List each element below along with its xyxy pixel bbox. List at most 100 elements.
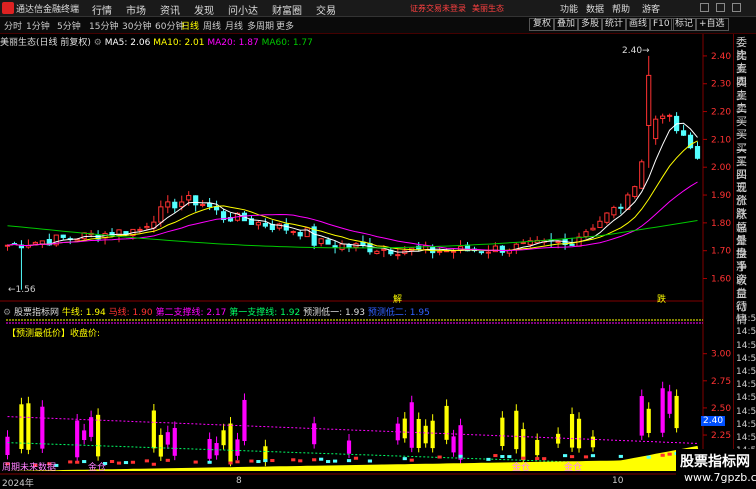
candle-body [520,242,526,245]
date-month-8: 8 [236,476,242,486]
candle-body [276,223,282,229]
main-candles [4,55,701,290]
side-panel-item: 14:50 [736,406,756,417]
side-panel-item: 14:50 [736,393,756,404]
ma60-readout: MA60: 1.77 [261,38,313,48]
forecast-low-line: 【预测最低价】收盘价: [7,329,101,339]
date-month-10: 10 [612,476,624,486]
candle-body [144,225,150,229]
gold-label-3: 金仓 [564,463,583,473]
candle-body [694,146,701,159]
price-tick-label: 2.30 [711,80,731,90]
candle-body [478,251,485,254]
price-tick-label: 1.70 [711,247,731,257]
signal-marker [123,461,129,465]
signal-marker [144,459,149,463]
signal-marker [291,458,296,462]
candle-body [430,246,436,254]
candle-body [639,161,645,189]
quote-side-panel: 委比 卖五 卖四 卖三 卖二 卖一 买一 买二 买三 买四 买五 现价 涨跌 涨幅 总量 外盘 换手 净资 收益 自动… [733,34,756,487]
ma-settings-icon[interactable]: ⚙ [94,38,102,48]
signal-marker [75,460,80,464]
signal-marker [151,462,156,466]
indicator-panel [4,319,703,471]
signal-marker [263,459,268,463]
price-tick-label: 2.10 [711,135,731,145]
signal-marker [207,460,212,464]
candle-body [262,222,268,227]
candle-body [165,201,171,208]
candle-body [555,241,561,244]
sub-price-tag: 2.40 [701,416,726,426]
signal-marker [270,459,275,463]
side-panel-item: 14:50 [736,327,756,338]
signal-marker [569,455,575,459]
signal-marker [256,460,261,464]
candle-body [332,245,338,248]
signal-marker [542,457,547,461]
candle-body [186,195,192,201]
candle-body [325,239,331,245]
side-panel-item: 14:50 [736,380,756,391]
price-tick-label: 2.40 [711,52,731,62]
signal-marker [109,460,115,464]
forecast2-readout: 预测低二: 1.95 [367,308,430,318]
signal-marker [590,454,596,458]
signal-marker [562,454,568,458]
candle-body [255,221,261,226]
candle-body [179,201,185,208]
candle-body [304,227,310,238]
side-panel-item: 14:50 [736,367,756,377]
signal-marker [193,460,198,464]
stock-title: 美丽生态(日线 前复权) [0,38,91,48]
marker-unlock: 解 [393,295,403,305]
signal-marker [68,460,73,464]
indicator-settings-icon[interactable]: ⚙ [3,308,11,318]
candle-body [569,243,575,246]
signal-marker [235,460,240,464]
ma20-readout: MA20: 1.87 [207,38,259,48]
price-tick-label: 1.60 [711,275,731,285]
candle-body [200,203,206,206]
signal-marker [165,458,170,462]
signal-marker [500,455,505,459]
candle-body [318,238,324,245]
candle-body [680,130,687,136]
signal-marker [82,460,87,464]
price-tick-label: 2.20 [711,108,731,118]
candle-body [667,114,673,117]
signal-marker [402,457,407,461]
signal-marker [353,456,359,460]
signal-marker [409,458,414,462]
watermark-title: 股票指标网 [680,454,750,470]
signal-marker [116,461,122,465]
signal-marker [583,455,589,459]
watermark-url: www.7gpzb.com [684,471,756,484]
high-price-label: 2.40→ [622,46,650,56]
candle-body [450,250,457,253]
low-price-value: 1.56 [15,285,36,295]
grid-lines [0,34,704,487]
signal-marker [667,452,672,456]
signal-marker [319,457,324,461]
candle-body [207,202,213,208]
chart-canvas[interactable]: 2.40 2.30 2.20 2.10 2.00 1.90 1.80 1.70 1.60 3.00… [0,0,733,487]
indicator-info-line: ⚙ 股票指标网 牛线: 1.94 马线: 1.90 第二支撑线: 2.17 第一… [3,305,430,318]
signal-marker [130,460,136,464]
signal-marker [228,461,233,465]
candle-body [632,186,638,197]
candle-body [437,250,443,253]
high-price-value: 2.40 [622,46,643,56]
watermark: 股票指标网 www.7gpzb.com [676,449,756,487]
candle-body [485,251,492,254]
candle-body [158,206,164,223]
signal-marker [493,454,498,458]
candle-body [611,206,617,216]
candle-body [660,115,666,119]
niu-readout: 牛线: 1.94 [61,308,106,318]
signal-marker [312,458,317,462]
close-icon[interactable] [732,3,741,12]
candle-body [193,195,199,206]
candle-body [646,74,652,126]
signal-marker [332,459,338,463]
